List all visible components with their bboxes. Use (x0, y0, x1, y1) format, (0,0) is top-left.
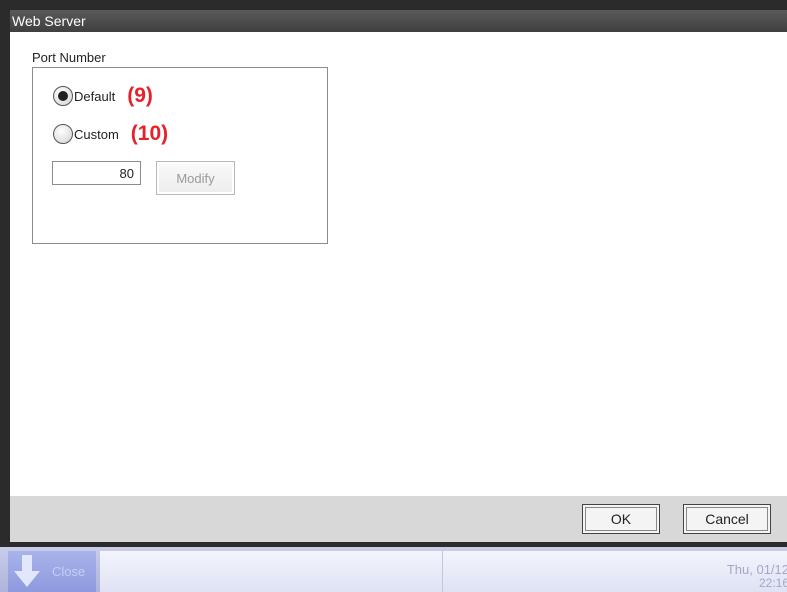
taskbar-divider (442, 551, 443, 592)
window-title: Web Server (10, 10, 787, 32)
default-radio-label: Default (74, 88, 116, 104)
default-radio[interactable] (53, 86, 73, 106)
default-radio-option[interactable]: Default (9) (53, 84, 153, 108)
radio-selected-dot (58, 91, 68, 101)
down-arrow-icon (14, 554, 40, 587)
custom-radio-option[interactable]: Custom (10) (53, 122, 168, 146)
default-annotation: (9) (127, 84, 153, 107)
dialog-frame: Web Server Port Number Default (9) Custo… (0, 0, 787, 547)
clock-date: Thu, 01/12 (726, 562, 787, 577)
port-number-label: Port Number (32, 50, 106, 65)
clock-time: 22:16 (758, 576, 787, 590)
ok-button[interactable]: OK (582, 504, 660, 534)
dialog-button-bar: OK Cancel (10, 496, 787, 542)
dialog-content: Port Number Default (9) Custom (10) Modi… (10, 32, 787, 496)
close-label: Close (52, 564, 86, 579)
custom-annotation: (10) (130, 122, 169, 145)
custom-radio-label: Custom (74, 126, 119, 142)
port-number-group: Default (9) Custom (10) Modify (32, 67, 328, 244)
custom-radio[interactable] (53, 124, 73, 144)
cancel-button[interactable]: Cancel (683, 504, 771, 534)
modify-button[interactable]: Modify (156, 161, 235, 195)
close-button[interactable]: Close (8, 551, 96, 592)
taskbar: Close Thu, 01/12 22:16 (0, 547, 787, 592)
port-number-input[interactable] (52, 161, 141, 185)
taskbar-main: Thu, 01/12 22:16 (100, 551, 787, 592)
